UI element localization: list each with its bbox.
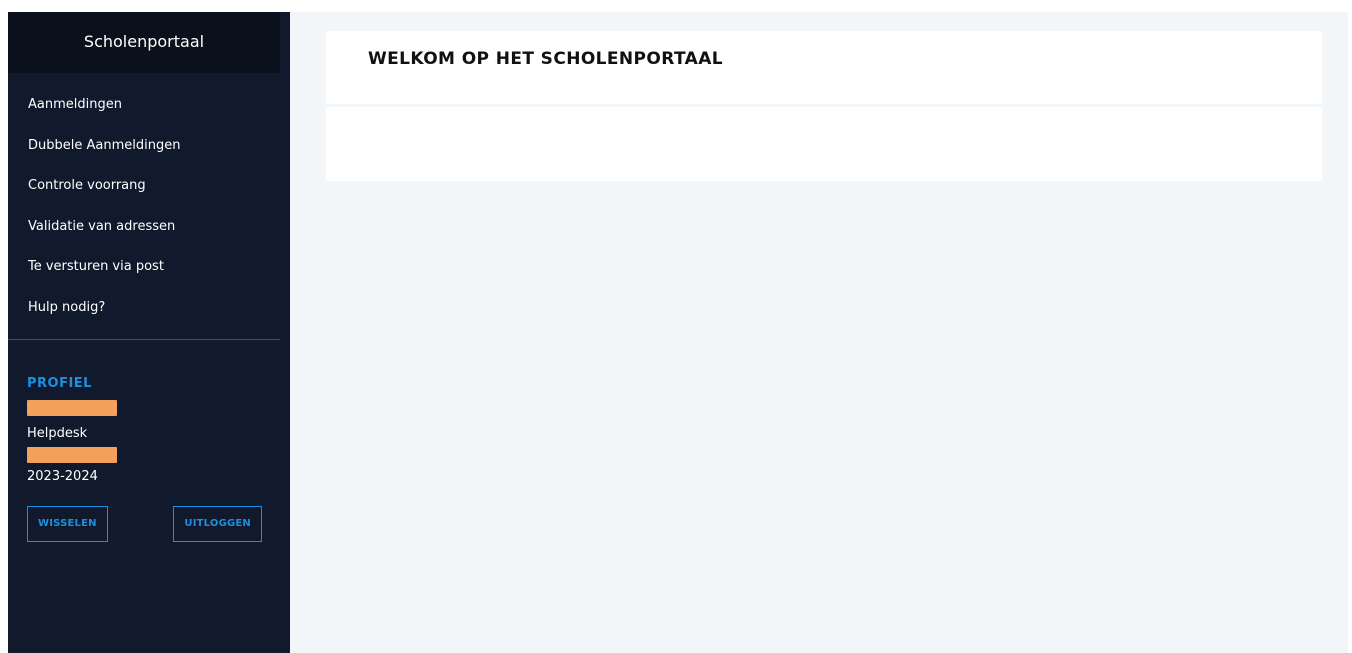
sidebar-item-versturen-via-post[interactable]: Te versturen via post (8, 257, 290, 298)
brand-bar: Scholenportaal (8, 12, 280, 73)
main-content: WELKOM OP HET SCHOLENPORTAAL (290, 12, 1348, 653)
sidebar-item-validatie-adressen[interactable]: Validatie van adressen (8, 217, 290, 258)
sidebar-item-dubbele-aanmeldingen[interactable]: Dubbele Aanmeldingen (8, 136, 290, 177)
brand-title[interactable]: Scholenportaal (84, 32, 204, 51)
profile-school-year: 2023-2024 (27, 468, 98, 484)
sidebar: Scholenportaal Aanmeldingen Dubbele Aanm… (8, 12, 290, 653)
profile-section: PROFIEL Helpdesk 2023-2024 WISSELEN UITL… (8, 340, 290, 542)
welcome-card: WELKOM OP HET SCHOLENPORTAAL (326, 31, 1322, 181)
redacted-user-name (27, 399, 117, 416)
redacted-school-name (27, 446, 117, 463)
page-title: WELKOM OP HET SCHOLENPORTAAL (368, 48, 724, 69)
app-frame: Scholenportaal Aanmeldingen Dubbele Aanm… (8, 12, 1348, 653)
profile-role: Helpdesk (27, 425, 88, 441)
sidebar-nav: Aanmeldingen Dubbele Aanmeldingen Contro… (8, 73, 290, 339)
profile-actions: WISSELEN UITLOGGEN (27, 505, 262, 542)
welcome-card-header: WELKOM OP HET SCHOLENPORTAAL (326, 31, 1322, 107)
switch-button[interactable]: WISSELEN (27, 505, 108, 542)
sidebar-item-aanmeldingen[interactable]: Aanmeldingen (8, 95, 290, 136)
sidebar-item-hulp-nodig[interactable]: Hulp nodig? (8, 298, 290, 339)
profile-title: PROFIEL (27, 375, 92, 391)
sidebar-item-controle-voorrang[interactable]: Controle voorrang (8, 176, 290, 217)
logout-button[interactable]: UITLOGGEN (173, 505, 262, 542)
